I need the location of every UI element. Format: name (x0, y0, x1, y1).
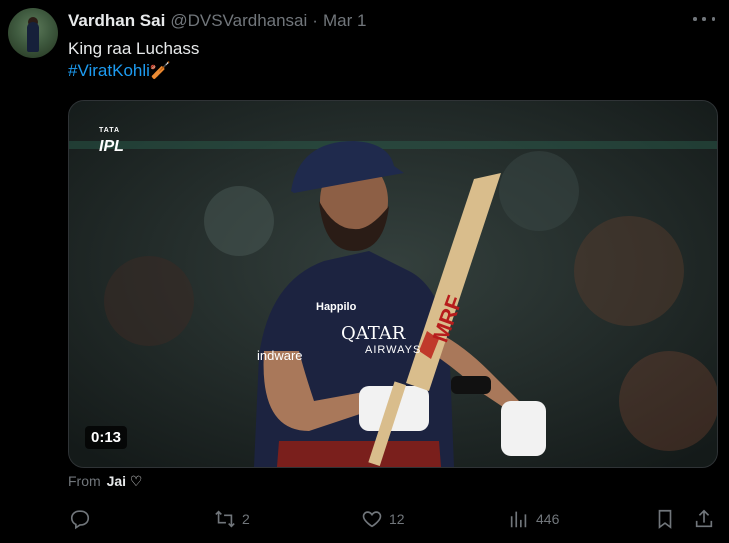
video-frame (69, 101, 717, 467)
post-body: King raa Luchass (68, 39, 200, 58)
avatar[interactable] (8, 8, 58, 58)
views-button[interactable]: 446 (508, 508, 559, 530)
post-date[interactable]: Mar 1 (323, 11, 366, 31)
repost-icon (215, 510, 235, 528)
repost-button[interactable]: 2 (214, 508, 250, 530)
ipl-logo-top: TATA (99, 127, 121, 134)
attribution-name[interactable]: Jai ♡ (107, 473, 143, 489)
reply-button[interactable] (69, 508, 97, 530)
views-icon (510, 511, 527, 528)
jersey-sponsor-1: QATAR (341, 323, 406, 344)
share-icon (695, 509, 713, 528)
attribution: From Jai ♡ (68, 473, 142, 490)
like-count: 12 (389, 511, 405, 527)
jersey-left-text: indware (257, 348, 303, 363)
repost-count: 2 (242, 511, 250, 527)
hashtag-link[interactable]: #ViratKohli🏏 (68, 60, 199, 82)
separator-dot: · (312, 11, 318, 30)
more-horizontal-icon[interactable] (693, 12, 715, 26)
ipl-logo: TATA IPL (99, 123, 124, 155)
action-bar: 2 12 446 (0, 506, 729, 536)
author-name[interactable]: Vardhan Sai (68, 11, 165, 31)
bookmark-button[interactable] (654, 508, 676, 530)
post-header: Vardhan Sai @DVSVardhansai · Mar 1 (68, 11, 366, 31)
attribution-prefix: From (68, 473, 101, 489)
video-duration: 0:13 (85, 426, 128, 449)
avatar-figure (27, 22, 39, 52)
jersey-sponsor-2: AIRWAYS (365, 344, 422, 356)
jersey-chest-text: Happilo (316, 301, 357, 313)
like-button[interactable]: 12 (361, 508, 405, 530)
author-handle[interactable]: @DVSVardhansai (170, 11, 307, 31)
heart-icon (362, 511, 382, 528)
share-button[interactable] (693, 508, 715, 530)
ipl-logo-text: IPL (99, 138, 124, 155)
bookmark-icon (658, 509, 672, 529)
views-count: 446 (536, 511, 560, 527)
post-text: King raa Luchass #ViratKohli🏏 (68, 38, 199, 82)
video-player[interactable]: TATA IPL Happilo QATAR AIRWAYS indware M… (68, 100, 718, 468)
reply-icon (70, 510, 90, 530)
